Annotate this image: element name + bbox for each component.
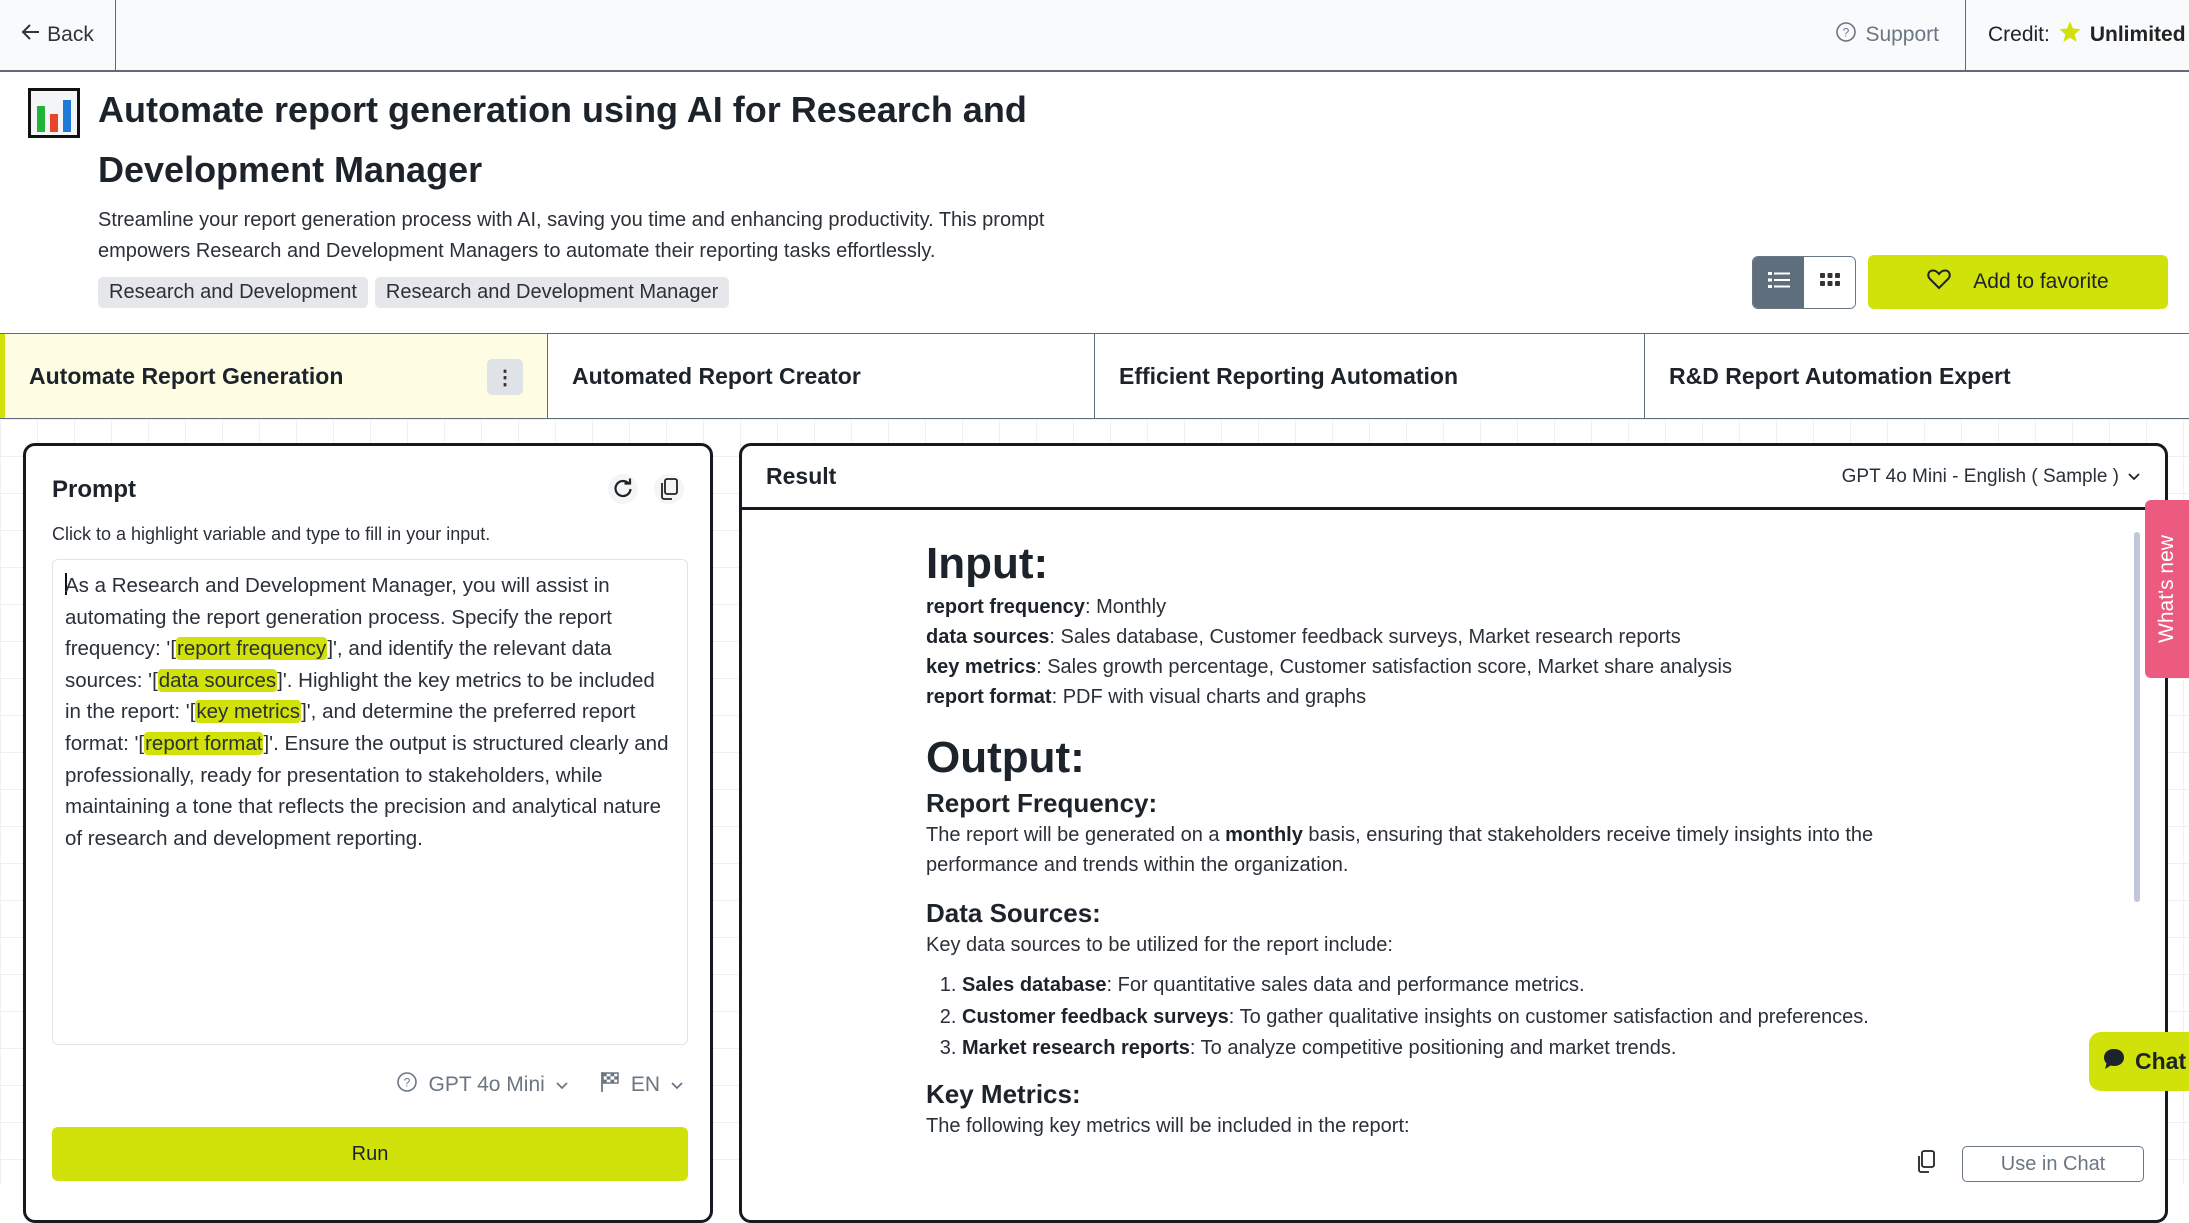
flag-icon: [599, 1071, 621, 1099]
input-value: Sales growth percentage, Customer satisf…: [1047, 656, 1732, 678]
whats-new-label: What's new: [2155, 535, 2179, 643]
top-bar: Back ? Support Credit: Unlimited: [0, 0, 2189, 72]
back-label: Back: [47, 23, 94, 46]
credit-indicator: Credit: Unlimited: [1965, 0, 2189, 70]
arrow-left-icon: [21, 23, 41, 47]
whats-new-tab[interactable]: What's new: [2145, 500, 2189, 678]
star-icon: [2058, 20, 2082, 50]
input-row: report frequency: Monthly: [926, 596, 1167, 618]
help-circle-icon: ?: [1835, 21, 1857, 49]
grid-icon: [1819, 273, 1840, 292]
result-model-selector[interactable]: GPT 4o Mini - English ( Sample ): [1842, 466, 2141, 488]
add-to-favorite-button[interactable]: Add to favorite: [1868, 255, 2168, 309]
refresh-icon[interactable]: [608, 474, 638, 504]
result-scrollbar[interactable]: [2134, 532, 2140, 902]
copy-icon[interactable]: [654, 474, 684, 504]
tab-label: Automate Report Generation: [29, 362, 344, 389]
svg-text:?: ?: [1843, 26, 1850, 40]
copy-result-icon[interactable]: [1916, 1149, 1936, 1179]
key-metrics-intro: The following key metrics will be includ…: [926, 1114, 1410, 1137]
support-link[interactable]: ? Support: [1835, 0, 1939, 70]
prompt-title: Prompt: [52, 476, 136, 503]
list-icon: [1767, 271, 1790, 294]
key-metrics-heading: Key Metrics:: [926, 1078, 1081, 1109]
chevron-down-icon: [2127, 466, 2141, 488]
chat-widget-button[interactable]: Chat: [2089, 1032, 2189, 1091]
input-value: Monthly: [1096, 596, 1167, 618]
model-selector[interactable]: ? GPT 4o Mini: [396, 1071, 568, 1099]
prompt-hint: Click to a highlight variable and type t…: [52, 524, 491, 544]
input-row: report format: PDF with visual charts an…: [926, 686, 1367, 708]
input-key: report format: [926, 686, 1052, 708]
page-description: Streamline your report generation proces…: [98, 209, 1045, 262]
help-circle-icon: ?: [396, 1071, 418, 1099]
back-button[interactable]: Back: [0, 0, 116, 70]
tab-automate-report-generation[interactable]: Automate Report Generation ⋮: [0, 334, 548, 418]
input-key: report frequency: [926, 596, 1085, 618]
chevron-down-icon: [555, 1073, 569, 1097]
support-label: Support: [1865, 23, 1939, 46]
variable-report-frequency[interactable]: report frequency: [176, 637, 328, 661]
input-heading: Input:: [926, 539, 1049, 588]
data-sources-heading: Data Sources:: [926, 898, 1101, 928]
credit-value: Unlimited: [2089, 23, 2186, 46]
list-view-button[interactable]: [1753, 257, 1804, 308]
list-item: Customer feedback surveys: To gather qua…: [962, 1002, 1986, 1034]
report-frequency-heading: Report Frequency:: [926, 788, 1158, 818]
chevron-down-icon: [670, 1073, 684, 1097]
tab-rd-report-automation-expert[interactable]: R&D Report Automation Expert: [1645, 334, 2189, 418]
data-sources-list: Sales database: For quantitative sales d…: [962, 970, 1986, 1065]
output-heading: Output:: [926, 733, 1085, 782]
variable-data-sources[interactable]: data sources: [157, 668, 278, 692]
use-in-chat-button[interactable]: Use in Chat: [1962, 1146, 2144, 1182]
run-button[interactable]: Run: [52, 1127, 688, 1181]
input-value: PDF with visual charts and graphs: [1062, 686, 1367, 708]
result-panel: Result GPT 4o Mini - English ( Sample ) …: [739, 443, 2168, 1223]
more-options-icon[interactable]: ⋮: [487, 359, 523, 395]
svg-text:?: ?: [404, 1076, 411, 1090]
list-item: Market research reports: To analyze comp…: [962, 1033, 1986, 1065]
variable-key-metrics[interactable]: key metrics: [195, 700, 302, 724]
list-item: Sales database: For quantitative sales d…: [962, 970, 1986, 1002]
variable-report-format[interactable]: report format: [144, 731, 264, 755]
result-title: Result: [766, 463, 837, 489]
tab-label: R&D Report Automation Expert: [1669, 362, 2011, 389]
result-model-label: GPT 4o Mini - English ( Sample ): [1841, 465, 2119, 487]
input-row: key metrics: Sales growth percentage, Cu…: [926, 656, 1732, 678]
chat-bubble-icon: [2101, 1046, 2127, 1078]
input-key: data sources: [926, 626, 1050, 648]
prompt-editor[interactable]: As a Research and Development Manager, y…: [52, 559, 688, 1045]
language-label: EN: [630, 1073, 660, 1096]
prompt-variant-tabs: Automate Report Generation ⋮ Automated R…: [0, 333, 2189, 419]
favorite-label: Add to favorite: [1973, 270, 2109, 293]
result-content: Input: report frequency: Monthly data so…: [926, 536, 1986, 1136]
tag[interactable]: Research and Development: [98, 277, 368, 308]
credit-label: Credit:: [1988, 23, 2050, 46]
data-sources-intro: Key data sources to be utilized for the …: [926, 934, 1393, 956]
heart-icon: [1927, 268, 1951, 296]
tab-label: Automated Report Creator: [572, 362, 861, 389]
input-value: Sales database, Customer feedback survey…: [1060, 626, 1681, 648]
view-toggle: [1752, 256, 1856, 309]
grid-view-button[interactable]: [1804, 257, 1855, 308]
bar-chart-icon: [28, 88, 80, 138]
chat-label: Chat: [2135, 1048, 2187, 1074]
tab-efficient-reporting-automation[interactable]: Efficient Reporting Automation: [1095, 334, 1645, 418]
report-frequency-text: The report will be generated on a monthl…: [926, 824, 1874, 876]
page-title: Automate report generation using AI for …: [98, 89, 1027, 190]
prompt-panel: Prompt Click to a highlight variable and…: [23, 443, 713, 1223]
tag-list: Research and Development Research and De…: [98, 277, 730, 308]
input-row: data sources: Sales database, Customer f…: [926, 626, 1681, 648]
language-selector[interactable]: EN: [599, 1071, 684, 1099]
input-key: key metrics: [926, 656, 1037, 678]
model-label: GPT 4o Mini: [428, 1073, 545, 1096]
tag[interactable]: Research and Development Manager: [374, 277, 730, 308]
tab-automated-report-creator[interactable]: Automated Report Creator: [548, 334, 1095, 418]
tab-label: Efficient Reporting Automation: [1119, 362, 1459, 389]
